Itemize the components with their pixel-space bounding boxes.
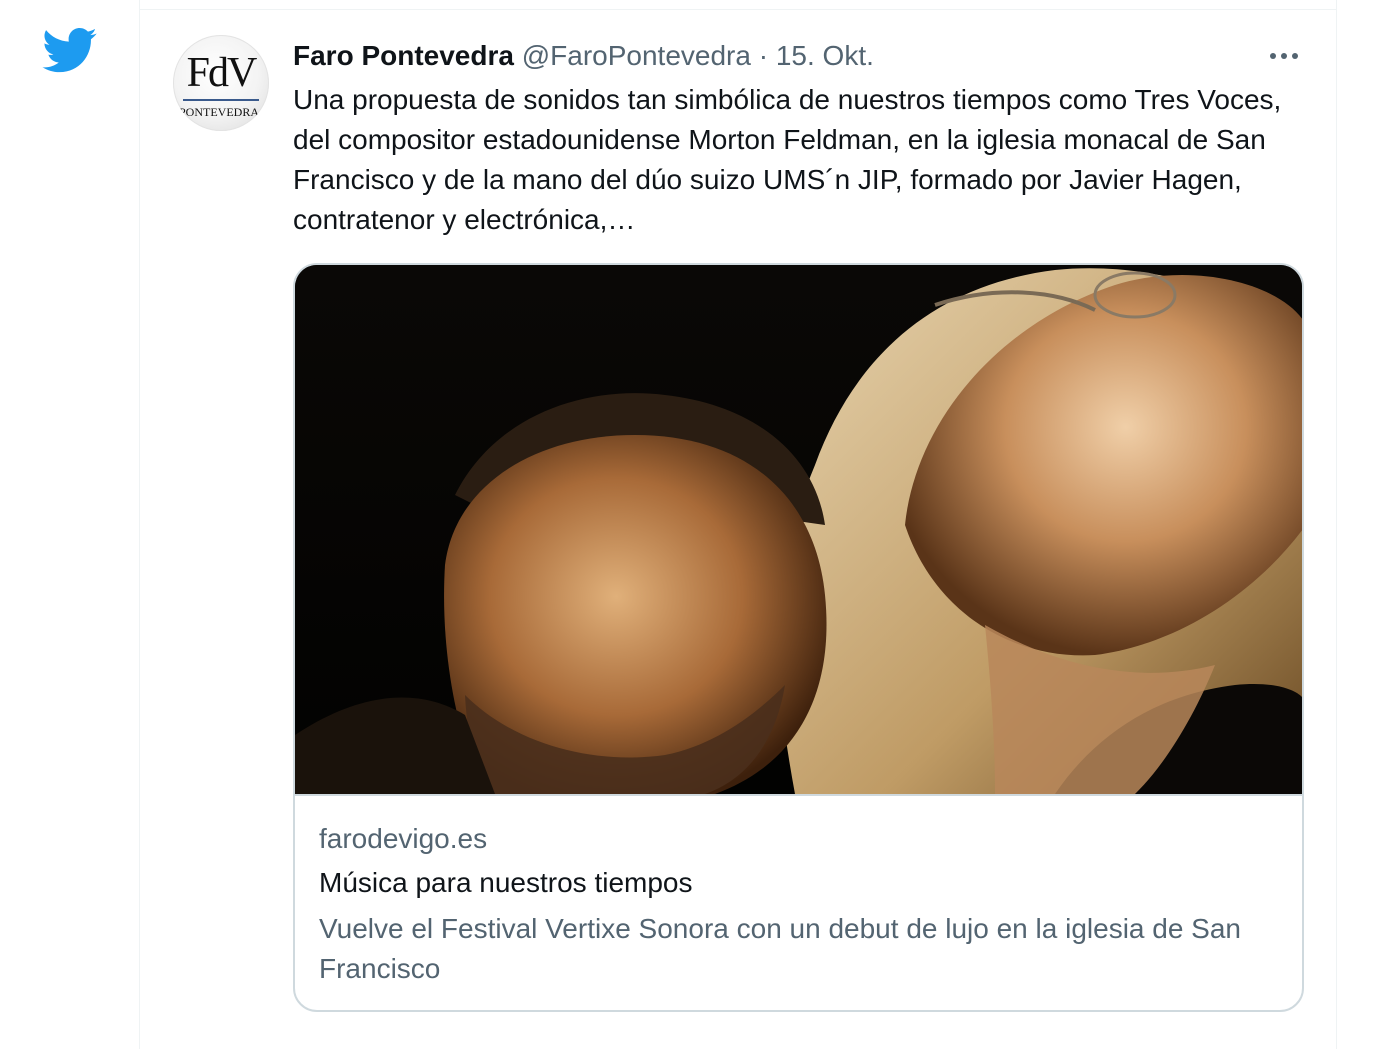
timeline-column: FdV PONTEVEDRA Faro Pontevedra @FaroPont…	[139, 0, 1337, 1049]
card-title: Música para nuestros tiempos	[319, 867, 693, 898]
more-horizontal-icon	[1270, 53, 1276, 59]
tweet-text: Una propuesta de sonidos tan simbólica d…	[293, 84, 1282, 235]
avatar-logo-rule	[183, 99, 259, 101]
tweet-date[interactable]: 15. Okt.	[776, 40, 874, 71]
display-name[interactable]: Faro Pontevedra	[293, 40, 514, 71]
page: FdV PONTEVEDRA Faro Pontevedra @FaroPont…	[0, 0, 1377, 1049]
avatar-logo-text: FdV	[186, 50, 258, 96]
separator: ·	[758, 40, 769, 71]
more-options-button[interactable]	[1264, 38, 1304, 74]
card-image[interactable]	[295, 265, 1302, 796]
twitter-bird-icon[interactable]	[42, 28, 98, 74]
avatar[interactable]: FdV PONTEVEDRA	[173, 35, 269, 131]
avatar-logo-subtext: PONTEVEDRA	[179, 105, 259, 119]
user-handle[interactable]: @FaroPontevedra	[522, 40, 751, 71]
tweet-header: Faro Pontevedra @FaroPontevedra · 15. Ok…	[293, 38, 874, 74]
link-preview-card[interactable]: farodevigo.es Música para nuestros tiemp…	[293, 263, 1304, 1012]
card-description: Vuelve el Festival Vertixe Sonora con un…	[319, 913, 1242, 984]
divider	[140, 9, 1336, 10]
card-photo	[295, 265, 1302, 794]
more-horizontal-icon-dot	[1292, 53, 1298, 59]
card-domain: farodevigo.es	[319, 823, 488, 854]
more-horizontal-icon-dot	[1281, 53, 1287, 59]
